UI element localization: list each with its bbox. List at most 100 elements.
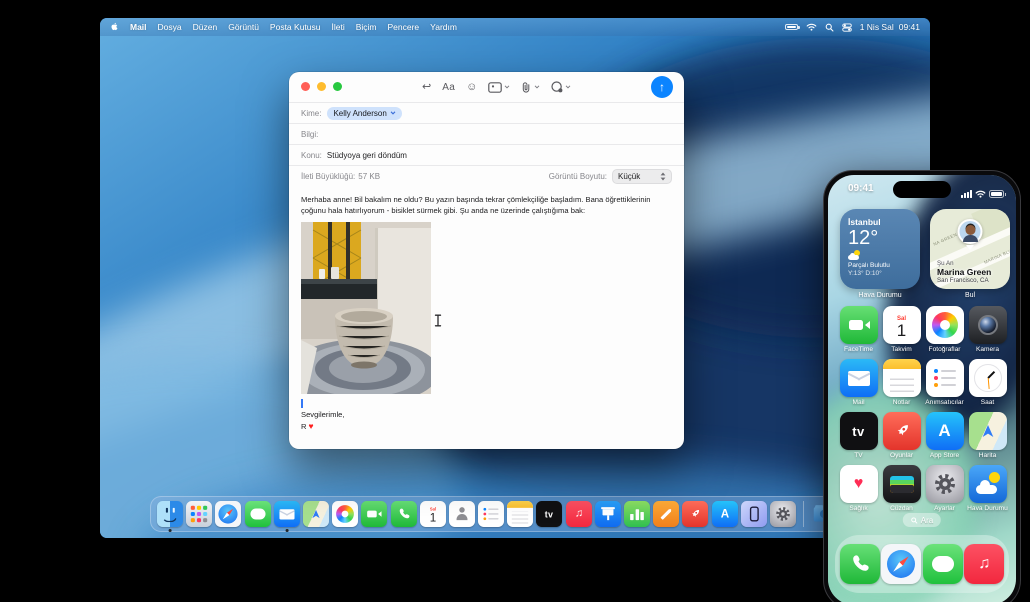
battery-icon[interactable] — [785, 24, 798, 31]
dock-item-calendar[interactable]: Sal1 — [420, 501, 446, 527]
subject-value: Stüdyoya geri döndüm — [327, 151, 407, 160]
menu-item-bicim[interactable]: Biçim — [356, 22, 377, 32]
menu-item-duzen[interactable]: Düzen — [193, 22, 218, 32]
photos-icon — [926, 306, 964, 344]
mac-desktop: Mail Dosya Düzen Görüntü Posta Kutusu İl… — [100, 18, 930, 538]
message-body[interactable]: Merhaba anne! Bil bakalım ne oldu? Bu ya… — [289, 186, 684, 441]
attachment-icon[interactable] — [521, 81, 540, 94]
iphone-app-tv[interactable]: tvTV — [838, 412, 880, 459]
iphone-app-fotograflar[interactable]: Fotoğraflar — [924, 306, 966, 353]
send-button[interactable]: ↑ — [651, 76, 673, 98]
dock-item-mail[interactable] — [274, 501, 300, 527]
wifi-icon[interactable] — [806, 23, 817, 31]
iphone-app-takvim[interactable]: Sal1Takvim — [881, 306, 923, 353]
search-icon — [911, 517, 918, 524]
partly-cloudy-icon — [848, 252, 862, 260]
dock-item-messages[interactable] — [245, 501, 271, 527]
menu-item-dosya[interactable]: Dosya — [158, 22, 182, 32]
find-my-widget[interactable]: NA GREEN DR MARINA BLV Şu An Marina Gree… — [930, 209, 1010, 289]
iphone-app-saat[interactable]: Saat — [967, 359, 1009, 406]
iphone-app-mail[interactable]: Mail — [838, 359, 880, 406]
iphone-app-harita[interactable]: Harita — [967, 412, 1009, 459]
weather-app-icon — [969, 465, 1007, 503]
compose-toolbar: ↩ Aa ☺ ↑ — [289, 72, 684, 102]
photo-browser-icon[interactable] — [488, 82, 510, 93]
control-center-icon[interactable] — [842, 23, 852, 32]
dock-item-numbers[interactable] — [624, 501, 650, 527]
emoji-icon[interactable]: ☺ — [466, 82, 477, 93]
messages-icon — [245, 501, 271, 527]
iphone-app-oyunlar[interactable]: Oyunlar — [881, 412, 923, 459]
iphone-app-kamera[interactable]: Kamera — [967, 306, 1009, 353]
dock-item-app-store[interactable]: A — [712, 501, 738, 527]
dock-item-system-settings[interactable] — [770, 501, 796, 527]
dock-item-games[interactable] — [682, 501, 708, 527]
menu-item-posta-kutusu[interactable]: Posta Kutusu — [270, 22, 321, 32]
minimize-button[interactable] — [317, 82, 326, 91]
facetime-icon — [840, 306, 878, 344]
menu-item-ileti[interactable]: İleti — [331, 22, 344, 32]
health-heart-icon: ♥ — [840, 465, 878, 503]
weather-widget[interactable]: İstanbul 12° Parçalı Bulutlu Y:13° D:10° — [840, 209, 920, 289]
to-field[interactable]: Kime: Kelly Anderson — [289, 102, 684, 123]
iphone-app-hava-durumu[interactable]: Hava Durumu — [967, 465, 1009, 512]
contacts-icon — [449, 501, 475, 527]
iphone-dock-safari[interactable] — [881, 544, 921, 584]
heart-emoji: ♥ — [308, 420, 313, 433]
dock-item-contacts[interactable] — [449, 501, 475, 527]
iphone-dock-messages[interactable] — [923, 544, 963, 584]
menu-item-pencere[interactable]: Pencere — [388, 22, 420, 32]
running-indicator — [285, 529, 288, 532]
iphone-app-notlar[interactable]: Notlar — [881, 359, 923, 406]
dock-item-maps[interactable] — [303, 501, 329, 527]
menu-bar-clock[interactable]: 09:41 — [899, 22, 920, 32]
dock-item-phone[interactable] — [391, 501, 417, 527]
dock-item-reminders[interactable] — [478, 501, 504, 527]
calendar-icon: Sal1 — [420, 501, 446, 527]
spotlight-icon[interactable] — [825, 23, 834, 32]
menu-bar-date[interactable]: 1 Nis Sal — [860, 22, 894, 32]
dock-item-keynote[interactable] — [595, 501, 621, 527]
zoom-button[interactable] — [333, 82, 342, 91]
iphone-app-animsaticilar[interactable]: Anımsatıcılar — [924, 359, 966, 406]
dynamic-island — [893, 181, 951, 198]
dock-item-iphone-mirroring[interactable] — [741, 501, 767, 527]
dock-item-pages[interactable] — [653, 501, 679, 527]
reminders-icon — [926, 359, 964, 397]
close-button[interactable] — [301, 82, 310, 91]
rocket-icon — [883, 412, 921, 450]
format-icon[interactable]: Aa — [442, 82, 455, 93]
spotlight-search-pill[interactable]: Ara — [903, 513, 941, 527]
iphone-app-facetime[interactable]: FaceTime — [838, 306, 880, 353]
dock-item-safari[interactable] — [215, 501, 241, 527]
iphone-app-saglik[interactable]: ♥Sağlık — [838, 465, 880, 512]
app-label: TV — [854, 452, 862, 459]
dock-item-notes[interactable] — [507, 501, 533, 527]
menu-item-yardim[interactable]: Yardım — [430, 22, 457, 32]
app-label: Ayarlar — [934, 505, 955, 512]
cc-field[interactable]: Bilgi: — [289, 123, 684, 144]
iphone-app-cuzdan[interactable]: Cüzdan — [881, 465, 923, 512]
undo-icon[interactable]: ↩ — [422, 82, 431, 93]
menu-item-goruntu[interactable]: Görüntü — [228, 22, 259, 32]
dock-item-finder[interactable] — [157, 501, 183, 527]
menu-item-mail[interactable]: Mail — [130, 22, 147, 32]
iphone-app-ayarlar[interactable]: Ayarlar — [924, 465, 966, 512]
insert-options-icon[interactable] — [551, 81, 571, 93]
dock-item-launchpad[interactable] — [186, 501, 212, 527]
iphone-app-app-store[interactable]: AApp Store — [924, 412, 966, 459]
image-size-select[interactable]: Küçük — [612, 169, 672, 184]
pottery-photo-attachment[interactable] — [301, 222, 431, 394]
dock-item-music[interactable]: ♫ — [566, 501, 592, 527]
dock-item-tv[interactable]: tv — [536, 501, 562, 527]
iphone-dock-phone[interactable] — [840, 544, 880, 584]
dock-item-photos[interactable] — [332, 501, 358, 527]
mail-icon — [274, 501, 300, 527]
recipient-token[interactable]: Kelly Anderson — [327, 107, 401, 120]
app-label: Oyunlar — [890, 452, 913, 459]
subject-field[interactable]: Konu: Stüdyoya geri döndüm — [289, 144, 684, 165]
apple-menu-icon[interactable] — [110, 21, 119, 34]
app-label: FaceTime — [844, 346, 873, 353]
dock-item-facetime[interactable] — [361, 501, 387, 527]
iphone-dock-music[interactable]: ♫ — [964, 544, 1004, 584]
